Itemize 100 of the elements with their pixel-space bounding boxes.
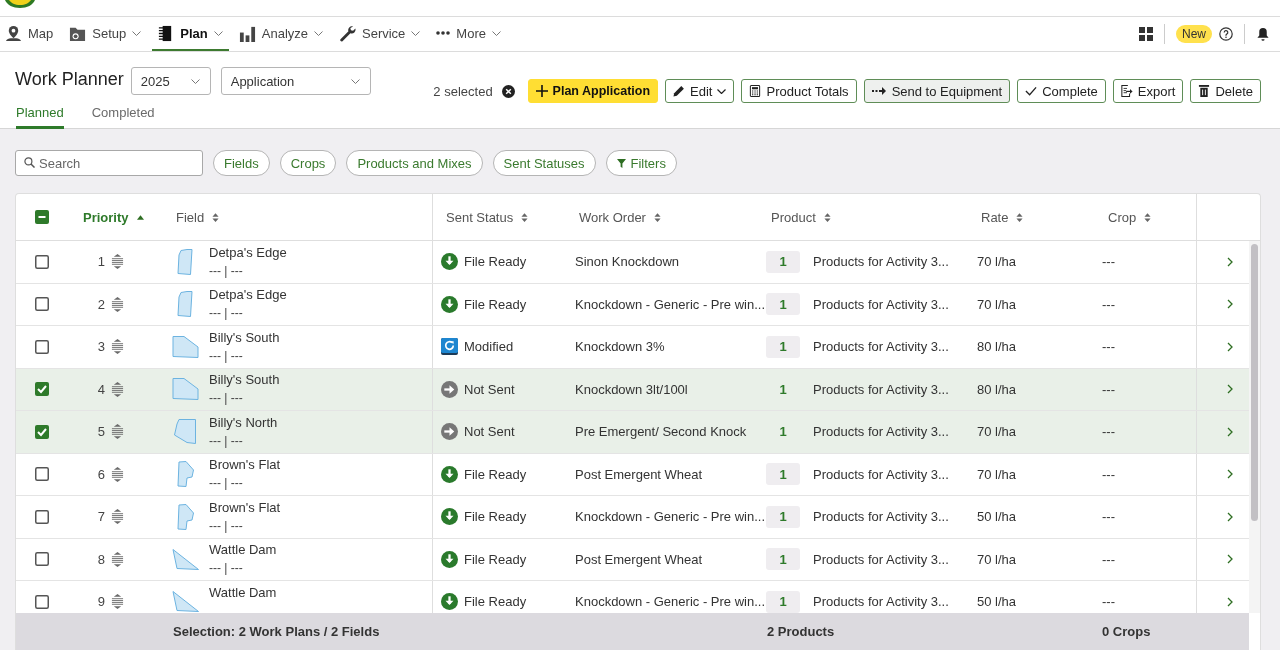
chevron-right-icon[interactable] [1226,384,1233,395]
reorder-handle-icon[interactable] [111,551,124,567]
chevron-right-icon[interactable] [1226,341,1233,352]
column-header[interactable]: Sent Status [446,209,529,225]
action-button[interactable]: Product Totals [741,79,857,103]
bell-icon[interactable] [1256,27,1270,41]
reorder-handle-icon[interactable] [111,424,124,440]
table-row[interactable]: 6 Brown's Flat --- | --- File Ready Post Emergent Wheat 1 Products for Activity 3... 70 l/ha --- [16,453,1249,496]
table-row[interactable]: 1 Detpa's Edge --- | --- File Ready Sinon Knockdown 1 Products for Activity 3... 70 l/ha --- [16,241,1249,284]
select-all-checkbox[interactable] [35,210,49,224]
search-field[interactable]: Search [15,150,203,176]
reorder-handle-icon[interactable] [111,594,124,610]
scrollbar-thumb[interactable] [1251,244,1258,521]
chevron-right-icon[interactable] [1226,596,1233,607]
reorder-handle-icon[interactable] [111,381,124,397]
new-badge[interactable]: New [1176,25,1212,43]
action-button[interactable]: Complete [1017,79,1106,103]
column-header[interactable]: Work Order [579,209,661,225]
filter-chip[interactable]: Crops [279,150,337,176]
field-name: Billy's North [209,414,278,431]
product-count: 1 [766,335,800,358]
bar-chart-icon [238,24,256,42]
table-row[interactable]: 2 Detpa's Edge --- | --- File Ready Knockdown - Generic - Pre win... 1 Products for Activity 3... 70 l/ha --- [16,283,1249,326]
chevron-right-icon[interactable] [1226,554,1233,565]
crop-value: --- [1102,381,1115,397]
chevron-right-icon[interactable] [1226,511,1233,522]
table-row[interactable]: 5 Billy's North --- | --- Not Sent Pre Emergent/ Second Knock 1 Products for Activity 3... 70 l/ha --- [16,411,1249,454]
chevron-right-icon[interactable] [1226,299,1233,310]
row-checkbox[interactable] [35,424,49,439]
nav-menu-item[interactable]: Service [334,17,427,51]
action-button[interactable]: Send to Equipment [863,79,1011,103]
column-header[interactable]: Field [176,209,220,225]
column-header[interactable]: Rate [981,209,1024,225]
filter-chip[interactable]: Fields [213,150,270,176]
product-count: 1 [766,505,800,528]
row-checkbox[interactable] [35,594,49,609]
apps-grid-icon[interactable] [1139,27,1153,41]
row-checkbox[interactable] [35,254,49,269]
nav-menu-item[interactable]: Plan [152,17,229,51]
logo-icon[interactable] [5,0,35,8]
refresh-square-icon [441,338,458,356]
year-select[interactable]: 2025 [130,67,211,95]
priority-number: 7 [96,509,105,525]
column-header[interactable]: Priority [83,209,144,225]
work-order-name: Sinon Knockdown [575,254,680,270]
download-circle-icon [441,465,458,483]
field-shape-icon [176,461,194,488]
filter-chip[interactable]: Products and Mixes [346,150,483,176]
row-checkbox[interactable] [35,297,49,312]
filter-chip[interactable]: Filters [605,150,677,176]
tab[interactable]: Completed [91,102,155,129]
product-name: Products for Activity 3... [813,254,949,270]
field-shape-icon [177,291,193,318]
status-label: File Ready [464,466,527,482]
work-order-name: Knockdown 3% [575,339,665,355]
export-icon [1120,85,1133,97]
action-button[interactable]: Edit [665,79,735,103]
filter-chip[interactable]: Sent Statuses [492,150,596,176]
chevron-right-icon[interactable] [1226,256,1233,267]
work-order-name: Pre Emergent/ Second Knock [575,424,747,440]
chevron-right-icon[interactable] [1226,469,1233,480]
crop-value: --- [1102,296,1115,312]
action-button[interactable]: Export [1112,79,1184,103]
rate-value: 50 l/ha [977,594,1017,610]
product-count: 1 [766,293,800,316]
field-shape-icon [171,378,199,401]
status-label: File Ready [464,594,527,610]
row-checkbox[interactable] [35,382,49,397]
reorder-handle-icon[interactable] [111,509,124,525]
action-button[interactable]: Delete [1190,79,1261,103]
rate-value: 70 l/ha [977,296,1017,312]
row-checkbox[interactable] [35,467,49,482]
nav-menu-item[interactable]: Analyze [233,17,329,51]
clear-selection-icon[interactable] [501,84,515,98]
column-header[interactable]: Crop [1108,209,1152,225]
nav-menu-item[interactable]: Setup [64,17,148,51]
row-checkbox[interactable] [35,339,49,354]
table-row[interactable]: 8 Wattle Dam --- | --- File Ready Post Emergent Wheat 1 Products for Activity 3... 70 l/ha --- [16,538,1249,581]
crop-value: --- [1102,466,1115,482]
nav-menu-item[interactable]: More [431,17,507,51]
rate-value: 80 l/ha [977,381,1017,397]
action-button[interactable]: Plan Application [527,79,659,103]
work-order-name: Knockdown - Generic - Pre win... [575,296,766,312]
row-checkbox[interactable] [35,552,49,567]
rate-value: 70 l/ha [977,466,1017,482]
reorder-handle-icon[interactable] [111,339,124,355]
table-row[interactable]: 7 Brown's Flat --- | --- File Ready Knockdown - Generic - Pre win... 1 Products for Activity 3... 50 l/ha --- [16,496,1249,539]
help-icon[interactable] [1219,27,1233,41]
rate-value: 70 l/ha [977,551,1017,567]
nav-menu-item[interactable]: Map [0,17,60,51]
column-header[interactable]: Product [771,209,831,225]
row-checkbox[interactable] [35,509,49,524]
reorder-handle-icon[interactable] [111,296,124,312]
table-row[interactable]: 4 Billy's South --- | --- Not Sent Knockdown 3lt/100l 1 Products for Activity 3... 80 l/ha --- [16,368,1249,411]
chevron-right-icon[interactable] [1226,426,1233,437]
activity-type-select[interactable]: Application [220,67,371,95]
field-shape-icon [174,419,196,445]
table-row[interactable]: 3 Billy's South --- | --- Modified Knockdown 3% 1 Products for Activity 3... 80 l/ha --- [16,326,1249,369]
reorder-handle-icon[interactable] [111,466,124,482]
reorder-handle-icon[interactable] [111,254,124,270]
